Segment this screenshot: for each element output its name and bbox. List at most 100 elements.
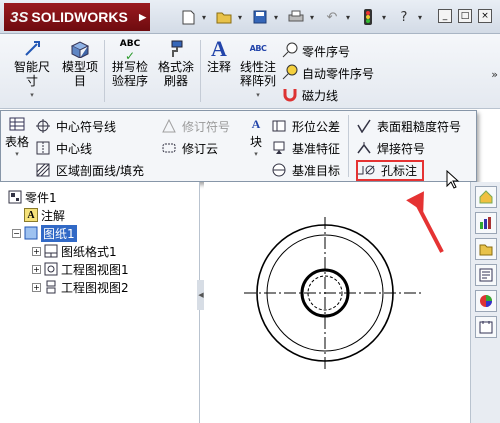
task-pane-bar [470,182,500,423]
feature-manager-panel: 零件1 A 注解 − 图纸1 + 图纸格式1 + 工程图视图1 + 工程图视图2 [0,182,200,423]
gtol-button[interactable]: 形位公差 [271,115,340,137]
revision-column: 修订符号 修订云 [161,115,230,159]
surface-finish-icon [356,118,372,134]
gtol-icon [271,118,287,134]
block-button[interactable]: A 块 ▾ [246,115,266,159]
revision-cloud-label: 修订云 [182,141,219,156]
revision-cloud-button[interactable]: 修订云 [161,137,230,159]
ds-logo-icon: 3S [10,8,29,26]
magnetic-line-button[interactable]: 磁力线 [282,84,374,106]
chevron-down-icon[interactable]: ▾ [274,13,282,22]
tree-node-drawing-view2[interactable]: + 工程图视图2 [8,278,129,296]
area-hatch-button[interactable]: 区域剖面线/填充 [35,159,144,181]
tree-node-sheet-format[interactable]: + 图纸格式1 [8,242,129,260]
weld-symbol-icon [356,140,372,156]
new-icon[interactable] [178,8,198,26]
maximize-button[interactable]: □ [458,9,472,23]
chevron-down-icon[interactable]: ▾ [382,13,390,22]
center-mark-button[interactable]: 中心符号线 [35,115,144,137]
balloon-label: 零件序号 [302,44,351,59]
solidworks-logo[interactable]: 3S SOLIDWORKS ▶ [4,3,150,31]
spell-checker-button[interactable]: ABC ✓ 拼写检 验程序 [108,38,152,88]
weld-symbol-label: 焊接符号 [377,141,426,156]
linear-note-pattern-button[interactable]: ABC 线性注 释阵列 ▾ [236,38,280,102]
file-explorer-icon[interactable] [475,264,497,286]
ribbon-scroll-right-icon[interactable]: » [491,68,498,81]
chevron-down-icon[interactable]: ▾ [236,88,280,102]
datum-feature-label: 基准特征 [292,141,341,156]
save-icon[interactable] [250,8,270,26]
tree-node-sheet[interactable]: − 图纸1 [8,224,129,242]
note-label: 注释 [206,60,231,74]
help-icon[interactable]: ? [394,8,414,26]
appearances-icon[interactable] [475,290,497,312]
red-arrow-annotation-icon [406,191,444,253]
auto-balloon-button[interactable]: 自动零件序号 [282,62,374,84]
expand-icon[interactable]: + [32,246,41,256]
model-items-icon [58,38,102,60]
tree-node-label: 零件1 [25,190,57,205]
feature-tree: 零件1 A 注解 − 图纸1 + 图纸格式1 + 工程图视图1 + 工程图视图2 [8,188,129,296]
design-library-icon[interactable] [475,238,497,260]
expand-icon[interactable]: + [32,264,41,274]
chevron-down-icon[interactable]: ▾ [238,13,246,22]
collapse-icon[interactable]: − [12,228,21,238]
auto-balloon-label: 自动零件序号 [302,66,375,81]
drawing-view-icon [44,262,58,276]
chevron-down-icon[interactable]: ▾ [202,13,210,22]
print-icon[interactable] [286,8,306,26]
note-button[interactable]: A 注释 [203,36,235,75]
revision-triangle-icon [161,118,177,134]
menu-arrow-icon: ▶ [139,11,146,22]
smart-dimension-button[interactable]: 智能尺 寸 ▾ [8,38,56,102]
format-painter-label: 格式涂 刷器 [157,60,194,88]
chevron-down-icon[interactable]: ▾ [310,13,318,22]
sheet-icon [24,226,38,240]
chevron-down-icon[interactable]: ▾ [3,150,31,158]
block-label: 块 [249,135,262,149]
resources-icon[interactable] [475,212,497,234]
annotation-flyout-panel: 表格 ▾ 中心符号线 中心线 区域剖面线/填充 修订符号 修订云 A 块 ▾ 形… [0,110,477,182]
drawing-canvas[interactable] [204,170,470,423]
table-button[interactable]: 表格 ▾ [3,115,31,158]
chevron-down-icon[interactable]: ▾ [418,13,426,22]
balloon-button[interactable]: 零件序号 [282,40,374,62]
chevron-down-icon[interactable]: ▾ [346,13,354,22]
undo-icon[interactable]: ↶ [322,8,342,26]
hole-callout-highlight-box [356,160,424,181]
chevron-down-icon[interactable]: ▾ [8,88,56,102]
rebuild-icon[interactable] [358,8,378,26]
tree-node-annotations[interactable]: A 注解 [8,206,129,224]
centerline-button[interactable]: 中心线 [35,137,144,159]
home-icon[interactable] [475,186,497,208]
spell-checker-label: 拼写检 验程序 [111,60,148,88]
tree-node-part[interactable]: 零件1 [8,188,129,206]
smart-dimension-label: 智能尺 寸 [13,60,50,88]
minimize-button[interactable]: _ [438,9,452,23]
custom-properties-icon[interactable] [475,316,497,338]
block-icon: A [251,116,261,131]
spell-check-icon: ABC ✓ [119,39,141,63]
close-button[interactable]: × [478,9,492,23]
revision-symbol-button[interactable]: 修订符号 [161,115,230,137]
weld-symbol-button[interactable]: 焊接符号 [356,137,461,159]
revision-cloud-icon [161,140,177,156]
balloon-group: 零件序号 自动零件序号 磁力线 [282,40,374,106]
section-view-icon [44,280,58,294]
expand-icon[interactable]: + [32,282,41,292]
model-items-button[interactable]: 模型项 目 [58,38,102,88]
annotation-icon: A [24,208,38,222]
datum-target-button[interactable]: 基准目标 [271,159,340,181]
surface-finish-label: 表面粗糙度符号 [377,119,462,134]
chevron-down-icon[interactable]: ▾ [246,150,266,158]
note-icon: A [211,36,227,61]
revision-symbol-label: 修订符号 [182,119,231,134]
balloon-icon [282,42,298,61]
surface-finish-button[interactable]: 表面粗糙度符号 [356,115,461,137]
datum-feature-icon [271,140,287,156]
datum-feature-button[interactable]: 基准特征 [271,137,340,159]
tree-node-label: 注解 [41,208,66,223]
tree-node-drawing-view1[interactable]: + 工程图视图1 [8,260,129,278]
format-painter-button[interactable]: 格式涂 刷器 [154,38,198,88]
open-icon[interactable] [214,8,234,26]
